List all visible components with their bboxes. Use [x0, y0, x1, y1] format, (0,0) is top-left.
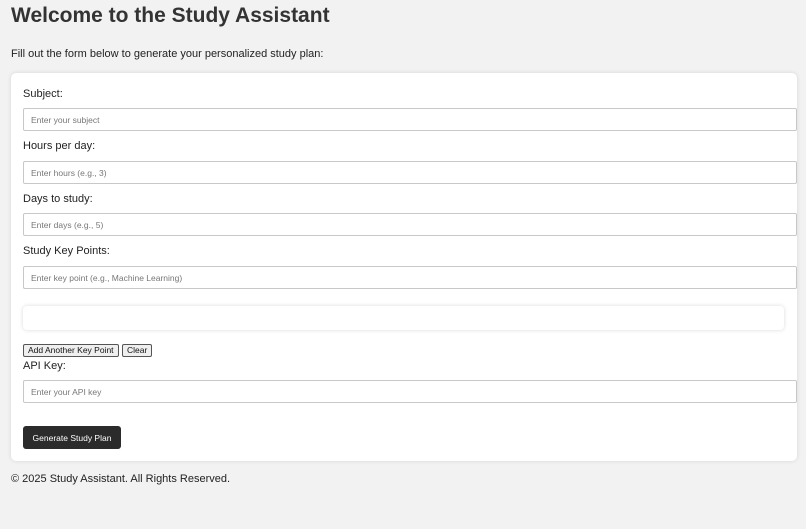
hours-input[interactable]: [23, 161, 797, 184]
generate-study-plan-button[interactable]: Generate Study Plan: [23, 426, 121, 449]
page-title: Welcome to the Study Assistant: [11, 4, 330, 27]
subject-label: Subject:: [23, 88, 63, 100]
days-input[interactable]: [23, 213, 797, 236]
study-plan-form: Subject: Hours per day: Days to study: S…: [11, 73, 797, 461]
api-key-input[interactable]: [23, 380, 797, 403]
add-key-point-button[interactable]: Add Another Key Point: [23, 344, 119, 357]
footer-copyright: © 2025 Study Assistant. All Rights Reser…: [11, 473, 231, 485]
key-points-label: Study Key Points:: [23, 245, 110, 257]
days-label: Days to study:: [23, 193, 93, 205]
key-point-input[interactable]: [23, 266, 797, 289]
subject-input[interactable]: [23, 108, 797, 131]
intro-text: Fill out the form below to generate your…: [11, 48, 324, 60]
key-points-list: [23, 306, 784, 330]
hours-label: Hours per day:: [23, 140, 96, 152]
clear-button[interactable]: Clear: [122, 344, 153, 357]
api-key-label: API Key:: [23, 360, 66, 372]
